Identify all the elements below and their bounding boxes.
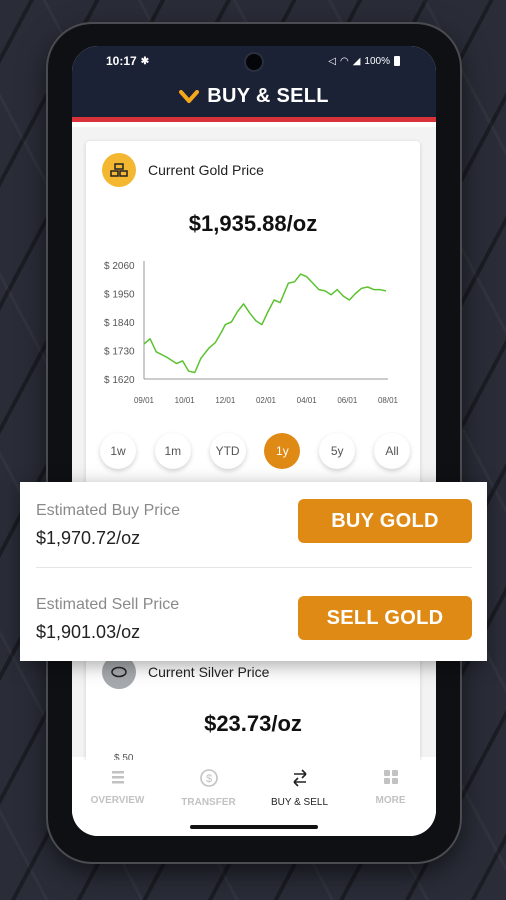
nav-item-more[interactable]: MORE — [351, 768, 431, 836]
list-icon — [109, 768, 127, 791]
x-tick-label: 10/01 — [175, 396, 196, 405]
x-tick-label: 04/01 — [297, 396, 318, 405]
nav-label: TRANSFER — [181, 797, 236, 808]
wifi-icon: ◠ — [339, 55, 349, 67]
x-tick-label: 06/01 — [337, 396, 358, 405]
sell-price-label: Estimated Sell Price — [36, 596, 180, 613]
gold-bars-icon — [102, 153, 136, 187]
sell-row: Estimated Sell Price $1,901.03/oz SELL G… — [36, 572, 472, 658]
gold-price-chart[interactable]: $ 2060 $ 1950 $ 1840 $ 1730 $ 1620 09/01 10/01… — [86, 251, 420, 421]
silver-price: $23.73/oz — [204, 711, 302, 736]
x-tick-label: 09/01 — [134, 396, 155, 405]
y-tick-label: $ 1950 — [104, 290, 135, 301]
x-tick-label: 12/01 — [215, 396, 236, 405]
buy-price-value: $1,970.72/oz — [36, 528, 141, 548]
svg-text:$: $ — [205, 773, 211, 785]
grid-icon — [382, 768, 400, 791]
y-tick-label: $ 1620 — [104, 375, 135, 386]
nav-label: MORE — [375, 795, 406, 806]
app-header: BUY & SELL — [72, 76, 436, 122]
sell-gold-button[interactable]: SELL GOLD — [298, 596, 472, 640]
page-title: BUY & SELL — [207, 85, 329, 107]
signal-icon: ◢ — [352, 55, 361, 67]
battery-icon — [394, 56, 400, 66]
front-camera — [246, 54, 262, 70]
settings-icon: ✱ — [140, 55, 150, 67]
y-tick-label: $ 1840 — [104, 318, 135, 329]
range-button-5y[interactable]: 5y — [319, 433, 356, 469]
nav-label: BUY & SELL — [270, 797, 329, 808]
range-button-1m[interactable]: 1m — [154, 433, 191, 469]
y-tick-label: $ 2060 — [104, 261, 135, 272]
buy-gold-button[interactable]: BUY GOLD — [298, 499, 472, 543]
dollar-circle-icon: $ — [199, 768, 219, 793]
status-time: 10:17 — [106, 54, 137, 68]
range-selector: 1w 1m YTD 1y 5y All — [100, 433, 410, 469]
swap-arrows-icon — [290, 768, 310, 793]
mute-icon: ◁ — [328, 55, 336, 67]
range-button-all[interactable]: All — [373, 433, 410, 469]
range-button-1w[interactable]: 1w — [100, 433, 136, 469]
y-tick-label: $ 1730 — [104, 347, 135, 358]
gold-card-title: Current Gold Price — [148, 162, 264, 178]
chevron-down-icon — [179, 89, 200, 103]
buy-price-label: Estimated Buy Price — [36, 502, 181, 519]
x-tick-label: 08/01 — [378, 396, 399, 405]
trade-panel: Estimated Buy Price $1,970.72/oz BUY GOL… — [20, 482, 487, 661]
battery-level: 100% — [364, 55, 390, 67]
buy-row: Estimated Buy Price $1,970.72/oz BUY GOL… — [36, 482, 472, 568]
home-indicator[interactable] — [190, 825, 318, 829]
x-tick-label: 02/01 — [256, 396, 277, 405]
nav-item-overview[interactable]: OVERVIEW — [78, 768, 158, 836]
sell-price-value: $1,901.03/oz — [36, 622, 141, 642]
nav-label: OVERVIEW — [90, 795, 145, 806]
silver-card-title: Current Silver Price — [148, 664, 270, 680]
range-button-1y[interactable]: 1y — [264, 433, 301, 469]
range-button-ytd[interactable]: YTD — [209, 433, 246, 469]
gold-price: $1,935.88/oz — [188, 211, 318, 236]
main-content[interactable]: Current Gold Price $1,935.88/oz $ 2060 $ … — [72, 127, 436, 787]
gold-price-line — [143, 273, 387, 374]
phone-screen: 10:17 ✱ ◁ ◠ ◢ 100% BUY & SELL Current Go… — [72, 46, 436, 836]
gold-price-card: Current Gold Price $1,935.88/oz $ 2060 $ … — [86, 141, 420, 501]
